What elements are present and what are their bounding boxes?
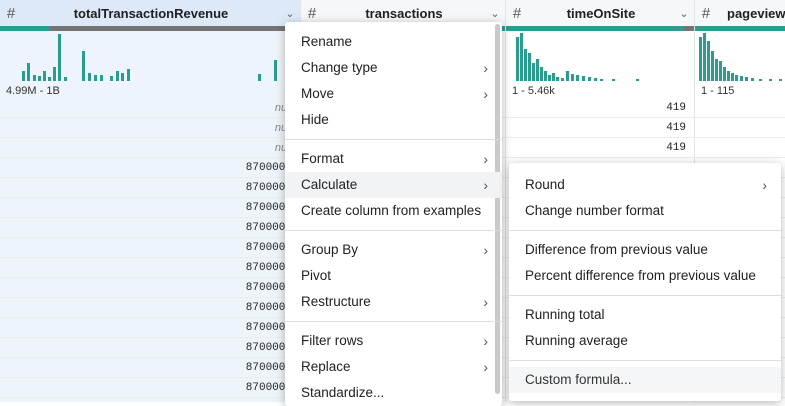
column-name: transactions <box>365 5 443 21</box>
value-range: 1 - 115 <box>701 85 735 97</box>
menu-item-change-number-format[interactable]: Change number format <box>509 198 781 224</box>
hash-icon: # <box>701 4 711 22</box>
value-range: 1 - 5.46k <box>512 85 555 97</box>
menu-item-format[interactable]: Format › <box>285 146 502 172</box>
menu-item-hide[interactable]: Hide <box>285 107 502 133</box>
menu-item-filter-rows[interactable]: Filter rows › <box>285 328 502 354</box>
chevron-down-icon[interactable]: ⌄ <box>485 7 505 20</box>
hash-icon: # <box>512 4 522 22</box>
menu-divider <box>509 360 781 361</box>
column-name: totalTransactionRevenue <box>73 5 229 21</box>
menu-item-standardize[interactable]: Standardize... <box>285 380 502 406</box>
menu-item-move[interactable]: Move › <box>285 81 502 107</box>
chevron-right-icon: › <box>483 242 488 258</box>
column-header[interactable]: # timeOnSite ⌄ <box>506 0 694 27</box>
chevron-right-icon: › <box>483 177 488 193</box>
chevron-right-icon: › <box>483 86 488 102</box>
menu-divider <box>285 230 502 231</box>
column-name: pageviews <box>727 5 785 21</box>
chevron-right-icon: › <box>483 359 488 375</box>
menu-item-running-average[interactable]: Running average <box>509 328 781 354</box>
menu-item-group-by[interactable]: Group By › <box>285 237 502 263</box>
histogram[interactable] <box>506 31 694 81</box>
menu-item-pivot[interactable]: Pivot <box>285 263 502 289</box>
menu-item-running-total[interactable]: Running total <box>509 302 781 328</box>
column-totalTransactionRevenue[interactable]: # totalTransactionRevenue ⌄ 4.99M - 1B n… <box>0 0 301 402</box>
chevron-right-icon: › <box>483 151 488 167</box>
menu-item-calculate[interactable]: Calculate › <box>285 172 502 198</box>
menu-item-percent-difference-from-previous[interactable]: Percent difference from previous value <box>509 263 781 289</box>
menu-item-difference-from-previous[interactable]: Difference from previous value <box>509 237 781 263</box>
menu-divider <box>285 321 502 322</box>
menu-item-create-column-from-examples[interactable]: Create column from examples <box>285 198 502 224</box>
calculate-submenu: Round › Change number format Difference f… <box>509 163 781 401</box>
chevron-right-icon: › <box>483 333 488 349</box>
column-name: timeOnSite <box>566 5 636 21</box>
menu-item-replace[interactable]: Replace › <box>285 354 502 380</box>
column-header[interactable]: # totalTransactionRevenue ⌄ <box>0 0 300 27</box>
hash-icon: # <box>307 4 317 22</box>
value-range: 4.99M - 1B <box>6 85 60 97</box>
menu-item-custom-formula[interactable]: Custom formula... <box>509 367 781 393</box>
table-cell[interactable]: 419 <box>666 102 686 114</box>
menu-divider <box>509 295 781 296</box>
table-cell[interactable]: 419 <box>666 142 686 154</box>
menu-divider <box>285 139 502 140</box>
chevron-down-icon[interactable]: ⌄ <box>674 7 694 20</box>
chevron-right-icon: › <box>483 294 488 310</box>
chevron-down-icon[interactable]: ⌄ <box>280 7 300 20</box>
chevron-right-icon: › <box>483 60 488 76</box>
menu-divider <box>509 230 781 231</box>
menu-item-change-type[interactable]: Change type › <box>285 55 502 81</box>
menu-item-rename[interactable]: Rename <box>285 29 502 55</box>
hash-icon: # <box>6 4 16 22</box>
histogram[interactable] <box>0 31 300 81</box>
table-cell[interactable]: 419 <box>666 122 686 134</box>
histogram[interactable] <box>695 31 785 81</box>
chevron-right-icon: › <box>762 177 767 193</box>
column-context-menu: Rename Change type › Move › Hide Format › C… <box>285 22 502 406</box>
menu-item-round[interactable]: Round › <box>509 172 781 198</box>
column-header[interactable]: # pageviews <box>695 0 785 27</box>
menu-item-restructure[interactable]: Restructure › <box>285 289 502 315</box>
